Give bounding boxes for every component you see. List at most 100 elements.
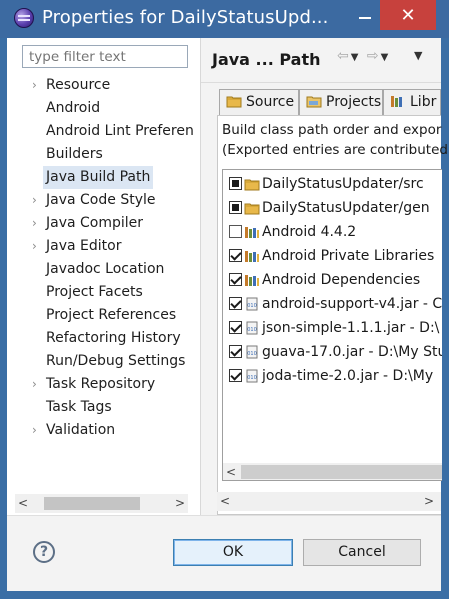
list-item[interactable]: 010 guava-17.0.jar - D:\My Stu (223, 340, 442, 364)
tree-item-label: Task Repository (46, 376, 156, 392)
properties-dialog: Properties for DailyStatusUpd... ✕ ›Reso… (0, 0, 449, 599)
scroll-left-icon[interactable]: < (223, 463, 239, 480)
entry-label: DailyStatusUpdater/src (262, 176, 424, 192)
close-button[interactable]: ✕ (380, 0, 436, 30)
list-item[interactable]: Android Dependencies (223, 268, 442, 292)
export-checkbox[interactable] (229, 369, 242, 382)
tree-item-label: Run/Debug Settings (46, 353, 186, 369)
scroll-left-icon[interactable]: < (217, 492, 233, 511)
tab-projects[interactable]: Projects (299, 89, 383, 115)
library-icon (245, 251, 259, 262)
tab-label: Projects (326, 94, 382, 110)
expand-chevron-icon[interactable]: › (32, 419, 44, 442)
back-dropdown-icon[interactable]: ▼ (351, 52, 361, 63)
build-path-entries[interactable]: 010 joda-time-2.0.jar - D:\My 010 guava-17.… (222, 169, 442, 481)
entry-label: joda-time-2.0.jar - D:\My (262, 368, 434, 384)
scroll-left-icon[interactable]: < (15, 494, 31, 513)
tab-source[interactable]: Source (219, 89, 299, 115)
export-checkbox[interactable] (229, 249, 242, 262)
tree-item-label: Java Compiler (46, 215, 144, 231)
forward-arrow-icon[interactable]: ⇨ (367, 48, 381, 64)
export-checkbox[interactable] (229, 225, 242, 238)
export-checkbox[interactable] (229, 345, 242, 358)
ok-button[interactable]: OK (173, 539, 293, 566)
export-checkbox[interactable] (229, 321, 242, 334)
svg-text:010: 010 (247, 351, 257, 357)
export-checkbox[interactable] (229, 201, 242, 214)
entry-label: Android 4.4.2 (262, 224, 357, 240)
source-folder-icon (244, 179, 260, 191)
library-icon (245, 275, 259, 286)
list-item[interactable]: DailyStatusUpdater/gen (223, 196, 442, 220)
svg-text:010: 010 (247, 375, 257, 381)
list-item[interactable]: 010 android-support-v4.jar - C (223, 292, 442, 316)
tab-description: Build class path order and expor (Export… (222, 120, 448, 160)
window-title: Properties for DailyStatusUpd... (42, 7, 329, 28)
list-item[interactable]: 010 joda-time-2.0.jar - D:\My (223, 364, 442, 388)
libraries-icon (391, 96, 402, 107)
minimize-button[interactable] (350, 0, 380, 30)
tree-item-label: Builders (46, 146, 103, 162)
tree-item-label: Refactoring History (46, 330, 181, 346)
tree-item[interactable]: Run/Debug Settings (7, 350, 200, 373)
history-navigation[interactable]: ⇦▼ ⇨▼ (337, 48, 390, 64)
page-horizontal-scrollbar[interactable]: < > (217, 492, 441, 511)
entries-horizontal-scrollbar[interactable]: < (223, 463, 442, 480)
category-horizontal-scrollbar[interactable]: < > (15, 494, 188, 513)
expand-chevron-icon[interactable]: › (32, 235, 44, 258)
tree-item[interactable]: Android (7, 97, 200, 120)
forward-dropdown-icon[interactable]: ▼ (381, 52, 391, 63)
filter-input[interactable] (22, 45, 188, 68)
projects-icon (306, 96, 322, 108)
tree-item[interactable]: Task Tags (7, 396, 200, 419)
tree-item[interactable]: Builders (7, 143, 200, 166)
tree-item[interactable]: Java Build Path (7, 166, 200, 189)
tree-item[interactable]: Project References (7, 304, 200, 327)
tree-item[interactable]: › Validation (7, 419, 200, 442)
expand-chevron-icon[interactable]: › (32, 189, 44, 212)
tree-item-label: Android (46, 100, 101, 116)
tree-item[interactable]: › Java Code Style (7, 189, 200, 212)
tree-item[interactable]: › Resource (7, 74, 200, 97)
list-item[interactable]: Android Private Libraries (223, 244, 442, 268)
jar-icon: 010 (246, 369, 258, 383)
export-checkbox[interactable] (229, 297, 242, 310)
back-arrow-icon[interactable]: ⇦ (337, 48, 351, 64)
divider (201, 82, 441, 83)
svg-text:010: 010 (247, 327, 257, 333)
help-button[interactable]: ? (33, 541, 55, 563)
scroll-right-icon[interactable]: > (172, 494, 188, 513)
tree-item[interactable]: Android Lint Preferen (7, 120, 200, 143)
list-item[interactable]: DailyStatusUpdater/src (223, 172, 442, 196)
export-checkbox[interactable] (229, 273, 242, 286)
view-menu-icon[interactable]: ▼ (414, 49, 422, 62)
expand-chevron-icon[interactable]: › (32, 373, 44, 396)
tree-item-label: Project References (46, 307, 177, 323)
tab-label: Libr (410, 94, 437, 110)
title-bar[interactable]: Properties for DailyStatusUpd... ✕ (0, 0, 449, 38)
tree-item[interactable]: Project Facets (7, 281, 200, 304)
scroll-right-icon[interactable]: > (421, 492, 437, 511)
tree-item[interactable]: Refactoring History (7, 327, 200, 350)
scroll-thumb[interactable] (241, 465, 442, 479)
tree-item[interactable]: › Java Compiler (7, 212, 200, 235)
tree-item[interactable]: › Java Editor (7, 235, 200, 258)
tree-item[interactable]: Javadoc Location (7, 258, 200, 281)
help-icon: ? (39, 544, 49, 560)
entry-label: guava-17.0.jar - D:\My Stu (262, 344, 442, 360)
entry-label: json-simple-1.1.1.jar - D:\ (262, 320, 440, 336)
list-item[interactable]: Android 4.4.2 (223, 220, 442, 244)
tab-libraries[interactable]: Libr (383, 89, 441, 115)
cancel-button[interactable]: Cancel (303, 539, 421, 566)
expand-chevron-icon[interactable]: › (32, 74, 44, 97)
tree-item-label: Resource (46, 77, 111, 93)
tree-item[interactable]: › Task Repository (7, 373, 200, 396)
tree-item-label: Java Build Path (43, 166, 154, 189)
tree-item-label: Android Lint Preferen (46, 123, 194, 139)
scroll-thumb[interactable] (44, 497, 140, 510)
list-item[interactable]: 010 json-simple-1.1.1.jar - D:\ (223, 316, 442, 340)
page-title: Java ... Path (212, 50, 321, 69)
dialog-body: ›ResourceAndroidAndroid Lint PreferenBui… (7, 38, 448, 591)
export-checkbox[interactable] (229, 177, 242, 190)
expand-chevron-icon[interactable]: › (32, 212, 44, 235)
